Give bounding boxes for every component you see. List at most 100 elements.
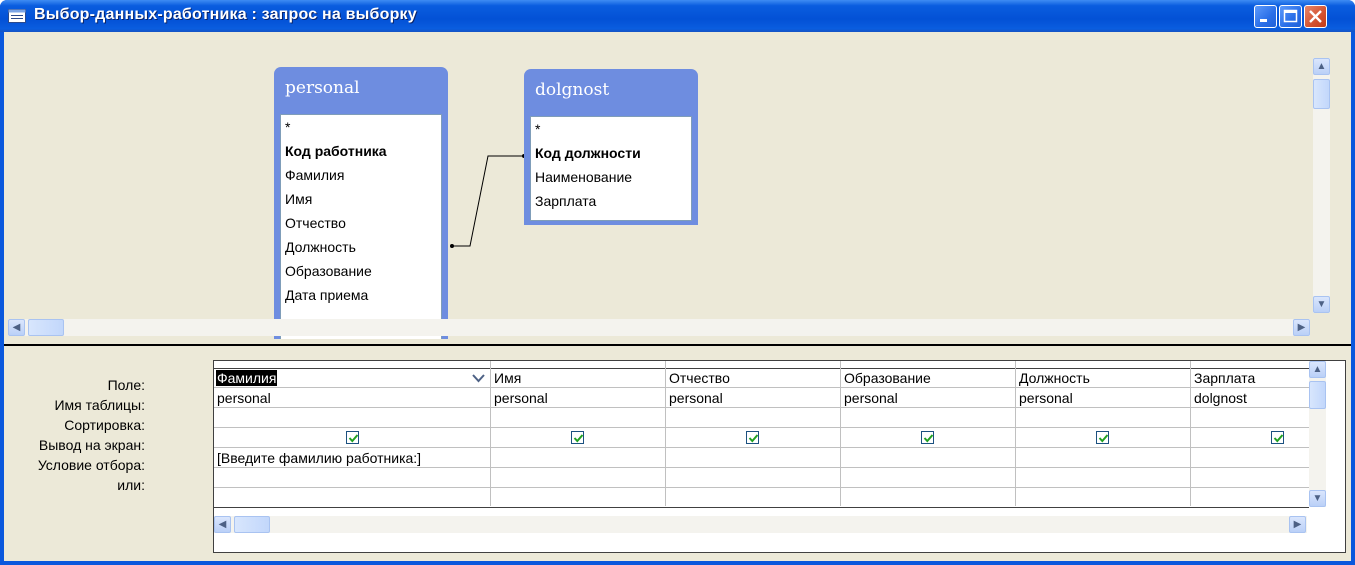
grid-sort-cell[interactable] bbox=[666, 408, 840, 428]
grid-criteria-cell[interactable] bbox=[491, 448, 665, 468]
grid-sort-cell[interactable] bbox=[491, 408, 665, 428]
grid-vertical-scrollbar[interactable]: ▲ ▼ bbox=[1309, 361, 1326, 507]
show-checkbox[interactable] bbox=[1271, 431, 1284, 444]
field-item[interactable]: Наименование bbox=[531, 165, 691, 189]
field-item[interactable]: Фамилия bbox=[281, 163, 441, 187]
selected-field-text: Фамилия bbox=[216, 370, 278, 386]
field-item[interactable]: * bbox=[531, 117, 691, 141]
row-label-or: или: bbox=[117, 477, 145, 493]
row-label-show: Вывод на экран: bbox=[38, 437, 145, 453]
row-label-field: Поле: bbox=[107, 377, 145, 393]
scroll-down-button[interactable]: ▼ bbox=[1313, 296, 1330, 313]
scroll-thumb[interactable] bbox=[28, 319, 64, 336]
row-label-sort: Сортировка: bbox=[64, 417, 145, 433]
grid-table-cell[interactable]: personal bbox=[841, 388, 1015, 408]
scroll-right-button[interactable]: ▶ bbox=[1293, 319, 1310, 336]
close-button[interactable] bbox=[1304, 5, 1327, 28]
row-label-criteria: Условие отбора: bbox=[37, 457, 145, 473]
table-dolgnost[interactable]: dolgnost * Код должности Наименование За… bbox=[524, 69, 698, 225]
field-item-key[interactable]: Код должности bbox=[531, 141, 691, 165]
scroll-up-button[interactable]: ▲ bbox=[1309, 361, 1326, 378]
grid-horizontal-scrollbar[interactable]: ◀ ▶ bbox=[214, 516, 1307, 533]
table-pane-horizontal-scrollbar[interactable]: ◀ ▶ bbox=[8, 319, 1310, 336]
grid-or-cell[interactable] bbox=[214, 468, 490, 488]
check-icon bbox=[923, 434, 934, 443]
show-checkbox[interactable] bbox=[746, 431, 759, 444]
grid-table-cell[interactable]: personal bbox=[1016, 388, 1190, 408]
field-item[interactable]: * bbox=[281, 115, 441, 139]
scroll-down-button[interactable]: ▼ bbox=[1309, 490, 1326, 507]
field-item[interactable]: Должность bbox=[281, 235, 441, 259]
scroll-thumb[interactable] bbox=[234, 516, 270, 533]
field-item[interactable]: Зарплата bbox=[531, 189, 691, 213]
scroll-left-button[interactable]: ◀ bbox=[214, 516, 231, 533]
title-bar[interactable]: Выбор-данных-работника : запрос на выбор… bbox=[0, 0, 1355, 32]
grid-or-cell[interactable] bbox=[1016, 468, 1190, 488]
close-icon bbox=[1309, 10, 1322, 23]
grid-field-cell-active[interactable]: Фамилия bbox=[214, 368, 490, 388]
grid-criteria-cell[interactable] bbox=[1191, 448, 1309, 468]
scroll-right-button[interactable]: ▶ bbox=[1289, 516, 1306, 533]
table-dolgnost-title: dolgnost bbox=[535, 80, 610, 100]
grid-criteria-cell[interactable] bbox=[841, 448, 1015, 468]
row-label-table: Имя таблицы: bbox=[54, 397, 145, 413]
grid-criteria-cell[interactable] bbox=[666, 448, 840, 468]
show-checkbox[interactable] bbox=[921, 431, 934, 444]
check-icon bbox=[573, 434, 584, 443]
scroll-left-button[interactable]: ◀ bbox=[8, 319, 25, 336]
grid-field-cell[interactable]: Отчество bbox=[666, 368, 840, 388]
field-list-personal[interactable]: * Код работника Фамилия Имя Отчество Дол… bbox=[280, 114, 442, 339]
query-icon bbox=[8, 9, 26, 23]
design-grid-pane: Поле: Имя таблицы: Сортировка: Вывод на … bbox=[4, 352, 1351, 561]
minimize-button[interactable] bbox=[1254, 5, 1277, 28]
grid-field-cell[interactable]: Зарплата bbox=[1191, 368, 1309, 388]
grid-field-cell[interactable]: Должность bbox=[1016, 368, 1190, 388]
table-personal-title: personal bbox=[285, 78, 360, 98]
show-checkbox[interactable] bbox=[571, 431, 584, 444]
query-design-grid[interactable]: Фамилия Имя Отчество Образование Должнос… bbox=[213, 360, 1346, 553]
check-icon bbox=[748, 434, 759, 443]
grid-table-cell[interactable]: personal bbox=[214, 388, 490, 408]
grid-field-cell[interactable]: Имя bbox=[491, 368, 665, 388]
field-item[interactable]: Дата приема bbox=[281, 283, 441, 307]
table-pane-vertical-scrollbar[interactable]: ▲ ▼ bbox=[1313, 58, 1330, 313]
grid-sort-cell[interactable] bbox=[214, 408, 490, 428]
query-window: Выбор-данных-работника : запрос на выбор… bbox=[0, 0, 1355, 565]
field-item[interactable]: Отчество bbox=[281, 211, 441, 235]
grid-table-cell[interactable]: personal bbox=[666, 388, 840, 408]
maximize-icon bbox=[1283, 9, 1298, 23]
grid-or-cell[interactable] bbox=[666, 468, 840, 488]
field-dropdown-button[interactable] bbox=[470, 371, 487, 386]
field-item[interactable]: Образование bbox=[281, 259, 441, 283]
chevron-down-icon bbox=[472, 374, 485, 383]
window-title: Выбор-данных-работника : запрос на выбор… bbox=[34, 6, 417, 23]
grid-table-cell[interactable]: personal bbox=[491, 388, 665, 408]
grid-sort-cell[interactable] bbox=[1191, 408, 1309, 428]
field-item-key[interactable]: Код работника bbox=[281, 139, 441, 163]
grid-criteria-cell[interactable] bbox=[1016, 448, 1190, 468]
scroll-thumb[interactable] bbox=[1313, 79, 1330, 109]
grid-field-cell[interactable]: Образование bbox=[841, 368, 1015, 388]
pane-splitter[interactable] bbox=[4, 339, 1351, 352]
grid-sort-cell[interactable] bbox=[841, 408, 1015, 428]
grid-or-cell[interactable] bbox=[491, 468, 665, 488]
scroll-up-button[interactable]: ▲ bbox=[1313, 58, 1330, 75]
minimize-icon bbox=[1260, 19, 1267, 22]
check-icon bbox=[1098, 434, 1109, 443]
grid-table-cell[interactable]: dolgnost bbox=[1191, 388, 1309, 408]
table-pane[interactable]: personal * Код работника Фамилия Имя Отч… bbox=[4, 32, 1351, 339]
maximize-button[interactable] bbox=[1279, 5, 1302, 28]
field-item[interactable]: Имя bbox=[281, 187, 441, 211]
check-icon bbox=[1273, 434, 1284, 443]
grid-sort-cell[interactable] bbox=[1016, 408, 1190, 428]
scroll-thumb[interactable] bbox=[1309, 381, 1326, 409]
table-personal[interactable]: personal * Код работника Фамилия Имя Отч… bbox=[274, 67, 448, 339]
show-checkbox[interactable] bbox=[1096, 431, 1109, 444]
show-checkbox[interactable] bbox=[346, 431, 359, 444]
grid-or-cell[interactable] bbox=[841, 468, 1015, 488]
query-designer: personal * Код работника Фамилия Имя Отч… bbox=[4, 32, 1351, 561]
grid-or-cell[interactable] bbox=[1191, 468, 1309, 488]
grid-criteria-cell[interactable]: [Введите фамилию работника:] bbox=[214, 448, 490, 468]
check-icon bbox=[348, 434, 359, 443]
field-list-dolgnost[interactable]: * Код должности Наименование Зарплата bbox=[530, 116, 692, 221]
